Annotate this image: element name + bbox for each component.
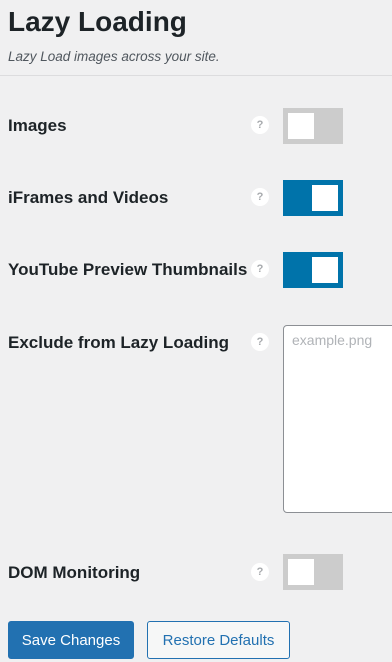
iframes-videos-toggle[interactable]	[283, 180, 343, 216]
images-help-icon[interactable]: ?	[251, 116, 269, 134]
toggle-knob	[312, 257, 338, 283]
lazy-loading-settings-page: Lazy Loading Lazy Load images across you…	[0, 0, 392, 662]
exclude-label: Exclude from Lazy Loading	[8, 333, 230, 352]
toggle-knob	[288, 113, 314, 139]
page-title: Lazy Loading	[8, 6, 187, 37]
restore-defaults-button[interactable]: Restore Defaults	[147, 621, 290, 659]
page-subtitle: Lazy Load images across your site.	[8, 49, 220, 64]
toggle-knob	[312, 185, 338, 211]
dom-monitoring-label: DOM Monitoring	[8, 563, 141, 582]
youtube-thumbnails-help-icon[interactable]: ?	[251, 260, 269, 278]
exclude-help-icon[interactable]: ?	[251, 333, 269, 351]
dom-monitoring-help-icon[interactable]: ?	[251, 563, 269, 581]
images-toggle[interactable]	[283, 108, 343, 144]
youtube-thumbnails-label: YouTube Preview Thumbnails	[8, 260, 248, 279]
dom-monitoring-toggle[interactable]	[283, 554, 343, 590]
iframes-videos-label: iFrames and Videos	[8, 188, 169, 207]
save-changes-button[interactable]: Save Changes	[8, 621, 134, 659]
toggle-knob	[288, 559, 314, 585]
iframes-videos-help-icon[interactable]: ?	[251, 188, 269, 206]
youtube-thumbnails-toggle[interactable]	[283, 252, 343, 288]
header-divider	[0, 75, 392, 76]
exclude-textarea[interactable]	[283, 325, 392, 513]
images-label: Images	[8, 116, 67, 135]
